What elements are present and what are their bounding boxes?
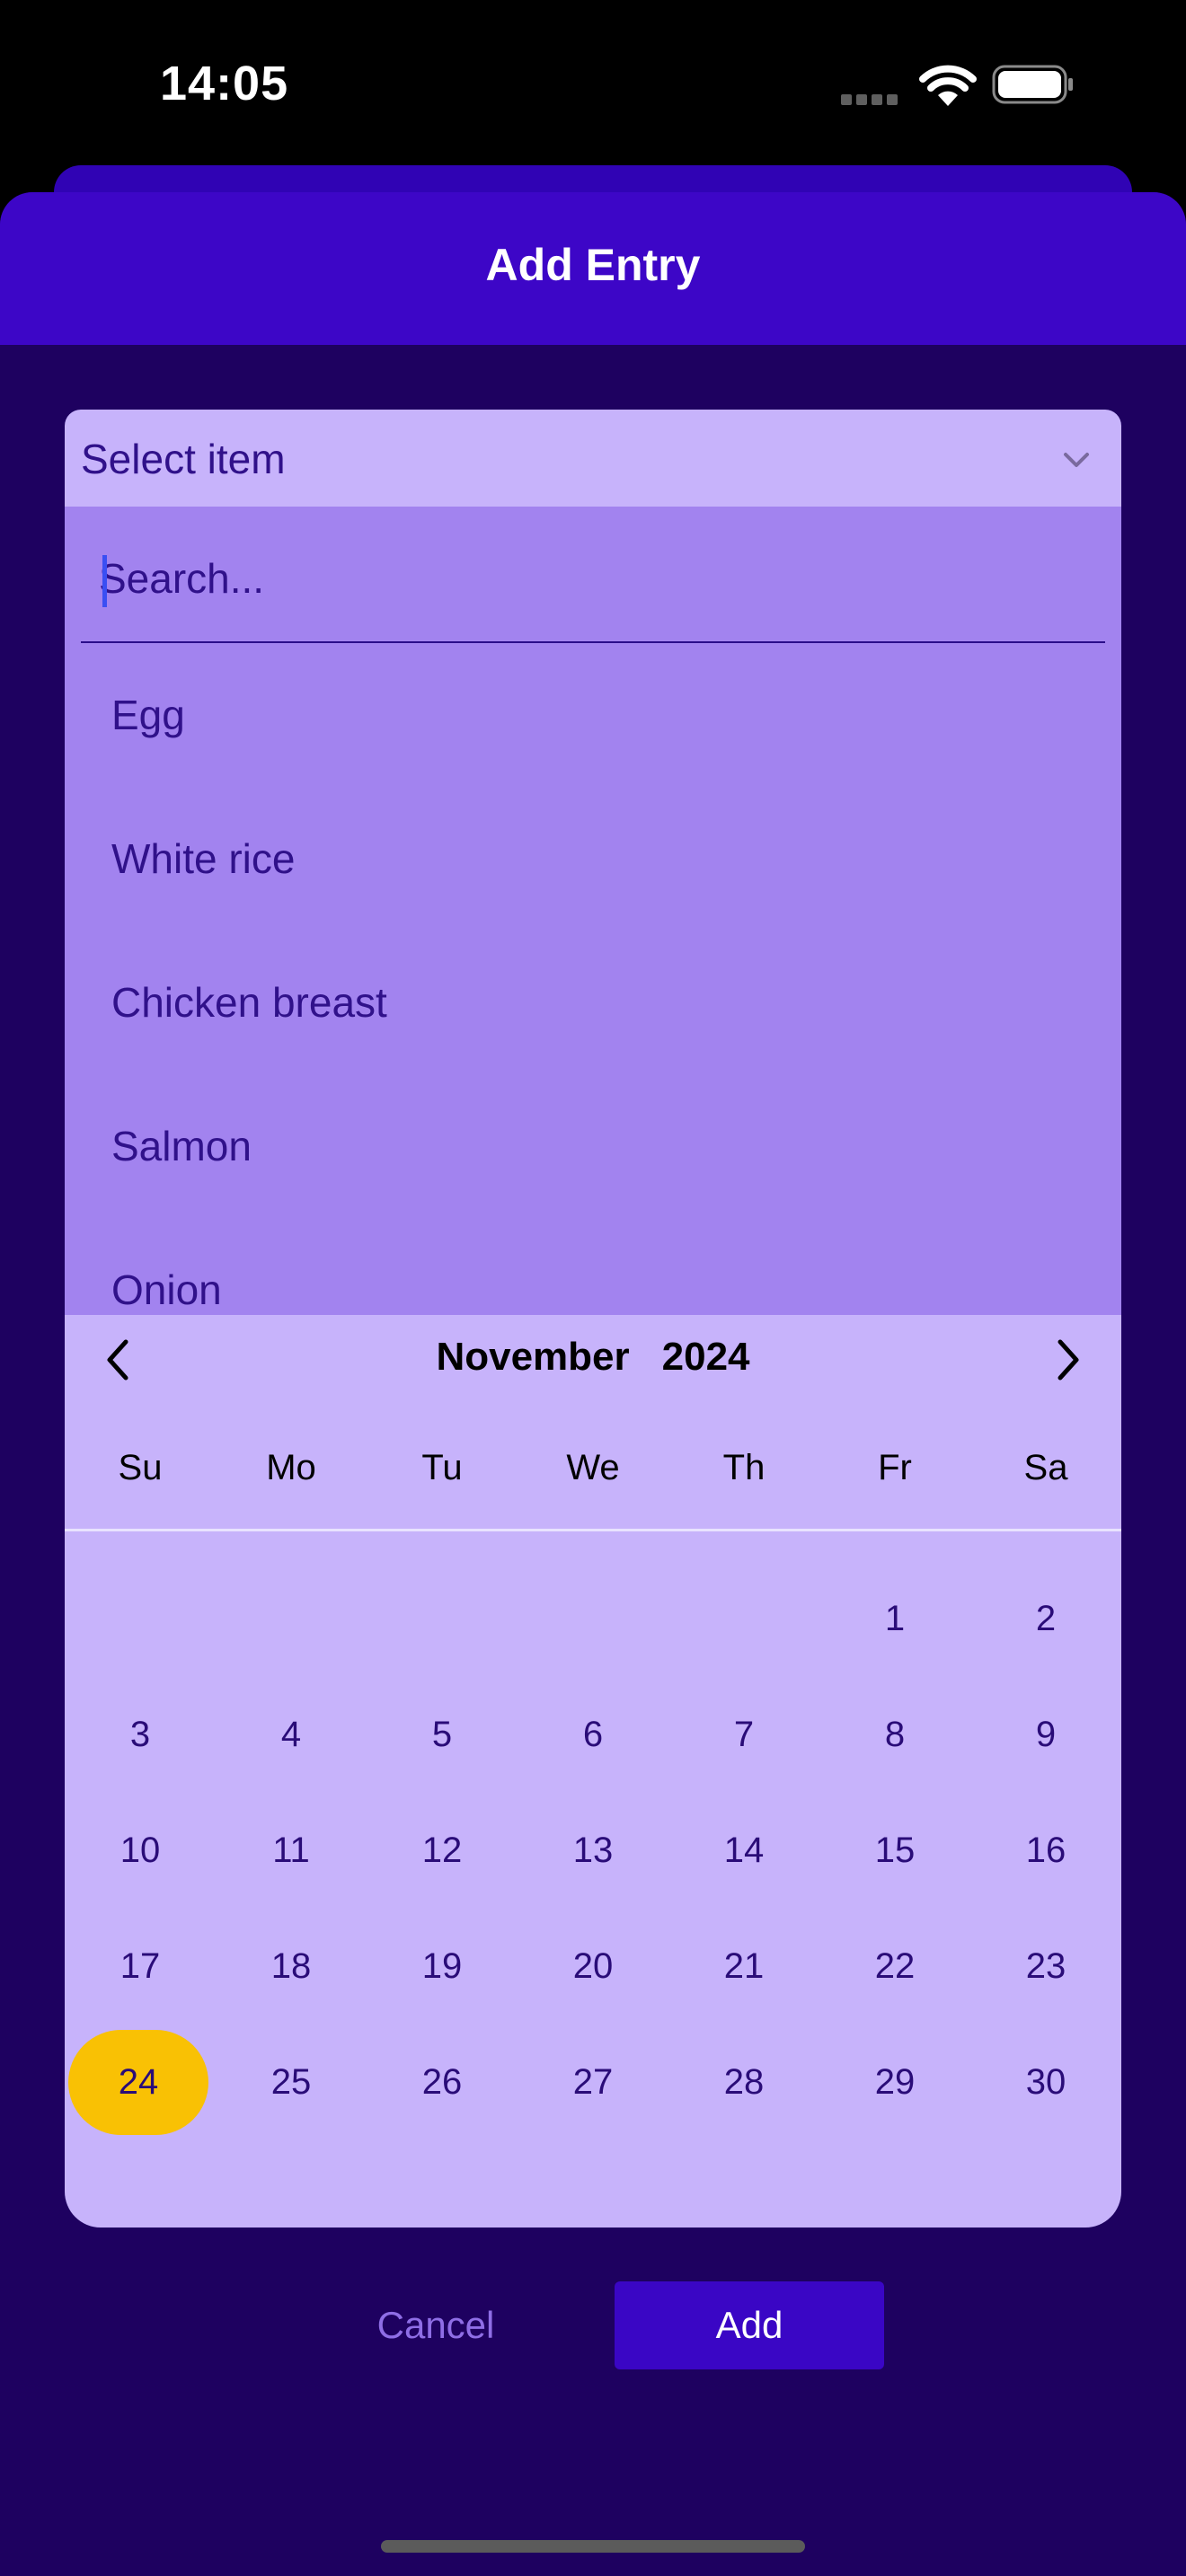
cellular-signal-icon [841,93,902,105]
option-white-rice[interactable]: White rice [65,787,1121,931]
weekday-label: Mo [266,1448,316,1487]
option-onion[interactable]: Onion [65,1218,1121,1315]
weekday-label: Th [722,1448,766,1487]
item-select-label: Select item [81,436,286,482]
calendar-week: 24 25 26 27 28 29 30 [65,2030,1121,2146]
cancel-button[interactable]: Cancel [341,2281,530,2369]
calendar-month-year: November 2024 [65,1335,1121,1380]
calendar-day[interactable]: 9 [970,1682,1121,1787]
calendar-day[interactable]: 15 [819,1798,970,1903]
status-time: 14:05 [160,57,289,110]
calendar-day[interactable]: 22 [819,1914,970,2019]
calendar-day[interactable]: 26 [367,2030,518,2135]
calendar-day[interactable]: 8 [819,1682,970,1787]
weekday-divider [65,1529,1121,1531]
calendar-day[interactable]: 25 [216,2030,367,2135]
home-indicator[interactable] [381,2540,805,2553]
calendar-day[interactable]: 20 [518,1914,668,2019]
calendar-year: 2024 [661,1335,750,1379]
calendar-day[interactable]: 12 [367,1798,518,1903]
calendar-day[interactable]: 5 [367,1682,518,1787]
calendar-grid: 1 2 3 4 5 6 7 8 9 10 11 12 13 14 15 16 1… [65,1566,1121,2146]
wifi-icon [919,65,977,106]
calendar-day[interactable]: 11 [216,1798,367,1903]
weekday-label: Fr [878,1448,912,1487]
calendar: November 2024 Su Mo Tu We Th Fr Sa 1 2 3… [65,1315,1121,2228]
status-bar: 14:05 [0,0,1186,171]
calendar-day[interactable]: 28 [668,2030,819,2135]
calendar-month: November [436,1335,630,1379]
calendar-week: 1 2 [65,1566,1121,1682]
calendar-day[interactable]: 21 [668,1914,819,2019]
option-list: Egg White rice Chicken breast Salmon Oni… [65,643,1121,1315]
option-egg[interactable]: Egg [65,643,1121,787]
weekday-header: Su Mo Tu We Th Fr Sa [65,1441,1121,1495]
calendar-day[interactable]: 30 [970,2030,1121,2135]
calendar-day[interactable]: 18 [216,1914,367,2019]
calendar-day[interactable]: 7 [668,1682,819,1787]
calendar-day[interactable]: 13 [518,1798,668,1903]
calendar-week: 3 4 5 6 7 8 9 [65,1682,1121,1798]
modal-title: Add Entry [485,240,701,290]
calendar-day[interactable]: 2 [970,1566,1121,1672]
add-entry-modal: Add Entry Select item Egg White rice Chi… [0,192,1186,2576]
text-cursor [102,555,107,607]
calendar-day[interactable]: 16 [970,1798,1121,1903]
chevron-right-icon[interactable] [1040,1333,1094,1387]
chevron-down-icon [1064,453,1089,467]
calendar-day[interactable]: 23 [970,1914,1121,2019]
calendar-day[interactable]: 6 [518,1682,668,1787]
calendar-day[interactable]: 29 [819,2030,970,2135]
calendar-day[interactable]: 27 [518,2030,668,2135]
search-input[interactable] [99,543,1087,614]
item-select[interactable]: Select item [65,410,1121,510]
calendar-day[interactable]: 14 [668,1798,819,1903]
calendar-day[interactable]: 17 [65,1914,216,2019]
weekday-label: Su [118,1448,163,1487]
modal-header: Add Entry [0,192,1186,345]
calendar-day[interactable]: 4 [216,1682,367,1787]
calendar-day[interactable]: 19 [367,1914,518,2019]
option-salmon[interactable]: Salmon [65,1074,1121,1218]
weekday-label: Sa [1023,1448,1068,1487]
search-row [81,507,1105,643]
weekday-label: Tu [421,1448,463,1487]
calendar-day-selected[interactable]: 24 [68,2030,208,2135]
calendar-week: 17 18 19 20 21 22 23 [65,1914,1121,2030]
item-dropdown: Egg White rice Chicken breast Salmon Oni… [65,507,1121,1315]
battery-icon [992,65,1073,104]
add-button[interactable]: Add [615,2281,884,2369]
weekday-label: We [566,1448,620,1487]
option-chicken-breast[interactable]: Chicken breast [65,931,1121,1074]
calendar-day[interactable]: 3 [65,1682,216,1787]
calendar-day[interactable]: 1 [819,1566,970,1672]
calendar-day[interactable]: 10 [65,1798,216,1903]
calendar-week: 10 11 12 13 14 15 16 [65,1798,1121,1914]
